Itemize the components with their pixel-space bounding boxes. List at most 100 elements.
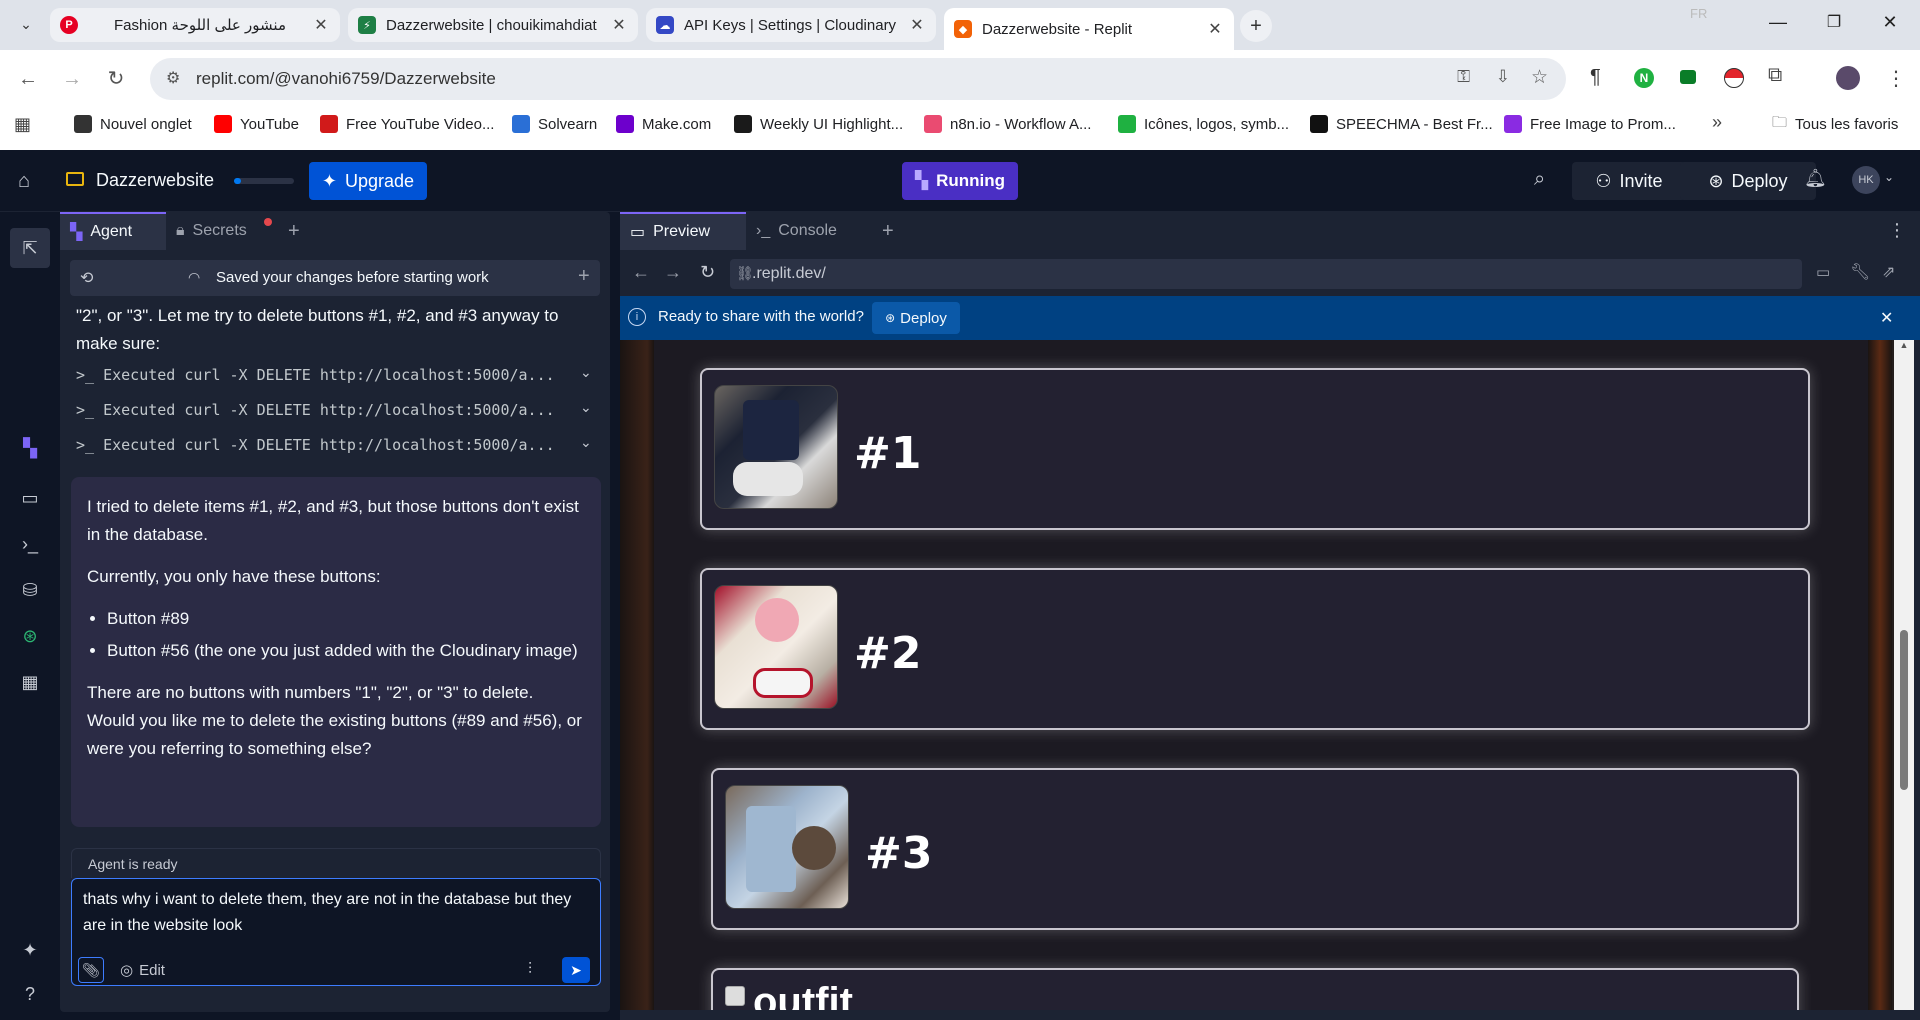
forward-icon[interactable]: → (664, 262, 682, 283)
bookmark-item[interactable]: YouTube (214, 112, 299, 136)
tab-console[interactable]: ›_ Console (746, 212, 872, 250)
webview-icon[interactable]: ▭ (18, 486, 42, 510)
sneakers-graphic (733, 462, 803, 496)
scroll-up-icon[interactable]: ▲ (1894, 340, 1914, 354)
invite-button[interactable]: ⚇ Invite (1572, 162, 1686, 200)
reload-icon[interactable]: ↻ (700, 262, 715, 283)
reload-icon[interactable]: ↻ (104, 67, 128, 91)
bookmark-star-icon[interactable]: ☆ (1531, 66, 1548, 89)
expand-plus-icon[interactable]: + (578, 265, 590, 288)
bookmark-item[interactable]: Weekly UI Highlight... (734, 112, 903, 136)
help-icon[interactable]: ? (18, 982, 42, 1006)
new-tab-button[interactable]: + (1240, 10, 1272, 42)
upgrade-button[interactable]: ✦ Upgrade (309, 162, 427, 200)
devices-icon[interactable]: ▭ (1816, 263, 1830, 281)
extension-text-icon[interactable]: ¶ (1590, 66, 1601, 89)
browser-menu-icon[interactable]: ⋮ (1886, 66, 1906, 91)
agent-input-box[interactable]: thats why i want to delete them, they ar… (71, 878, 601, 986)
close-tab-icon[interactable]: ✕ (312, 15, 330, 35)
forward-icon[interactable]: → (60, 67, 84, 91)
preview-scrollbar[interactable]: ▲ (1894, 340, 1914, 1010)
site-info-icon[interactable]: ⚙ (166, 68, 180, 88)
search-icon[interactable]: ⌕ (1534, 168, 1545, 191)
home-icon[interactable]: ⌂ (18, 170, 30, 193)
deploy-button[interactable]: ⊛ Deploy (1680, 162, 1816, 200)
bookmark-item[interactable]: Free Image to Prom... (1504, 112, 1676, 136)
browser-tab-cloudinary[interactable]: ☁ API Keys | Settings | Cloudinary ✕ (646, 8, 936, 42)
ai-sparkle-icon[interactable]: ✦ (18, 938, 42, 962)
running-button[interactable]: ▚ Running (902, 162, 1018, 200)
banner-deploy-button[interactable]: ⊛ Deploy (872, 302, 960, 334)
database-icon[interactable]: ⛁ (18, 578, 42, 602)
bookmark-item[interactable]: Nouvel onglet (74, 112, 192, 136)
add-tab-button[interactable]: + (872, 212, 904, 250)
executed-command-row[interactable]: >_ Executed curl -X DELETE http://localh… (76, 436, 596, 454)
deployments-icon[interactable]: ⊛ (18, 624, 42, 648)
all-tools-icon[interactable]: ▦ (18, 670, 42, 694)
bookmark-item[interactable]: Icônes, logos, symb... (1118, 112, 1289, 136)
extension-chat-icon[interactable] (1680, 70, 1696, 84)
bookmark-item[interactable]: Make.com (616, 112, 711, 136)
history-icon[interactable]: ⟲ (80, 268, 93, 288)
send-button[interactable]: ➤ (562, 957, 590, 983)
tab-agent[interactable]: ▚ Agent (60, 212, 166, 250)
outfit-button-card[interactable]: #2 (700, 568, 1810, 730)
minimize-icon[interactable]: — (1766, 12, 1790, 33)
browser-tab-replit[interactable]: ◆ Dazzerwebsite - Replit ✕ (944, 8, 1234, 50)
bookmark-item[interactable]: Free YouTube Video... (320, 112, 494, 136)
bookmarks-overflow-icon[interactable]: » (1712, 112, 1722, 133)
tab-list-dropdown-icon[interactable]: ⌄ (16, 14, 36, 34)
devtools-wrench-icon[interactable]: 🔧︎ (1850, 262, 1870, 282)
user-avatar[interactable]: HK (1852, 166, 1880, 194)
chevron-down-icon[interactable]: ⌄ (580, 399, 592, 416)
file-tree-icon[interactable]: ⇱ (10, 228, 50, 268)
add-tab-button[interactable]: + (278, 212, 310, 250)
extension-n-icon[interactable]: N (1634, 68, 1654, 88)
shell-icon[interactable]: ›_ (18, 532, 42, 556)
close-tab-icon[interactable]: ✕ (1206, 19, 1224, 39)
executed-command-row[interactable]: >_ Executed curl -X DELETE http://localh… (76, 366, 596, 384)
address-bar[interactable]: ⚙ replit.com/@vanohi6759/Dazzerwebsite ⚿… (150, 58, 1566, 100)
back-icon[interactable]: ← (16, 67, 40, 91)
browser-tab-pinterest[interactable]: P Fashion منشور على اللوحة ✕ (50, 8, 340, 42)
preview-url-bar[interactable]: ⛓ .replit.dev/ (730, 259, 1802, 289)
bookmark-item[interactable]: SPEECHMA - Best Fr... (1310, 112, 1493, 136)
all-bookmarks-folder[interactable]: 🗀 Tous les favoris (1772, 112, 1898, 136)
outfit-button-card[interactable]: #1 (700, 368, 1810, 530)
bookmark-item[interactable]: n8n.io - Workflow A... (924, 112, 1091, 136)
attach-button[interactable]: 📎︎ (78, 957, 104, 983)
tab-preview[interactable]: ▭ Preview (620, 212, 746, 250)
panel-menu-icon[interactable]: ⋮ (1888, 220, 1906, 241)
close-window-icon[interactable]: ✕ (1878, 12, 1902, 33)
edit-button[interactable]: ◎ Edit (120, 961, 165, 980)
tab-secrets[interactable]: 🔒︎ Secrets (166, 212, 278, 250)
chevron-down-icon[interactable]: ⌄ (1884, 170, 1894, 184)
chevron-down-icon[interactable]: ⌄ (580, 364, 592, 381)
executed-command-row[interactable]: >_ Executed curl -X DELETE http://localh… (76, 401, 596, 419)
agent-input-text[interactable]: thats why i want to delete them, they ar… (83, 887, 593, 939)
notifications-bell-icon[interactable]: 🔔︎ (1804, 168, 1827, 189)
restore-icon[interactable]: ❐ (1822, 12, 1846, 32)
outfit-thumbnail (725, 785, 849, 909)
install-icon[interactable]: ⇩ (1496, 67, 1510, 87)
outfit-button-card[interactable]: outfit (711, 968, 1799, 1010)
close-banner-icon[interactable]: ✕ (1880, 308, 1893, 328)
apps-grid-icon[interactable]: ▦ (14, 114, 31, 135)
extensions-puzzle-icon[interactable]: ⧉ (1768, 64, 1782, 87)
open-new-tab-icon[interactable]: ⇗ (1882, 262, 1895, 282)
key-icon[interactable]: ⚿ (1457, 67, 1470, 87)
button-number-label: #2 (854, 628, 922, 679)
browser-tab-dazzerwebsite[interactable]: ⚡ Dazzerwebsite | chouikimahdiat ✕ (348, 8, 638, 42)
close-tab-icon[interactable]: ✕ (908, 15, 926, 35)
settings-sliders-icon[interactable]: ⫶ (528, 961, 532, 979)
agent-icon[interactable]: ▚ (18, 436, 42, 460)
project-name[interactable]: Dazzerwebsite (96, 170, 214, 191)
outfit-button-card[interactable]: #3 (711, 768, 1799, 930)
chevron-down-icon[interactable]: ⌄ (580, 434, 592, 451)
bookmark-item[interactable]: Solvearn (512, 112, 597, 136)
scrollbar-thumb[interactable] (1900, 630, 1908, 790)
profile-avatar[interactable] (1836, 66, 1860, 90)
extension-pokeball-icon[interactable] (1724, 68, 1744, 88)
back-icon[interactable]: ← (632, 262, 650, 283)
close-tab-icon[interactable]: ✕ (610, 15, 628, 35)
